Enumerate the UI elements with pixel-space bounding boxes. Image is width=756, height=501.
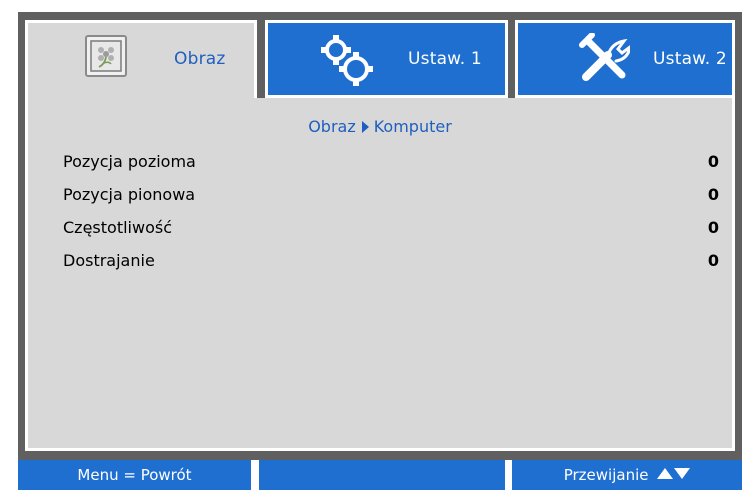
tab-obraz[interactable]: Obraz — [25, 20, 257, 101]
footer-scroll-hint: Przewijanie — [512, 460, 742, 490]
menu-item-pozycja-pozioma[interactable]: Pozycja pozioma 0 — [63, 152, 719, 176]
arrow-down-icon — [674, 468, 691, 479]
tab-ustaw-2[interactable]: Ustaw. 2 — [515, 20, 735, 98]
menu-item-pozycja-pionowa[interactable]: Pozycja pionowa 0 — [63, 185, 719, 209]
item-label: Pozycja pozioma — [63, 152, 196, 171]
tab-ustaw-1[interactable]: Ustaw. 1 — [265, 20, 508, 98]
item-value: 0 — [707, 152, 719, 171]
picture-icon — [85, 35, 127, 77]
tab-label: Ustaw. 1 — [408, 49, 482, 69]
menu-item-dostrajanie[interactable]: Dostrajanie 0 — [63, 251, 719, 275]
content-panel: Obraz Komputer Pozycja pozioma 0 Pozycja … — [25, 98, 735, 451]
footer-back-hint: Menu = Powrót — [18, 460, 251, 490]
arrow-up-icon — [657, 468, 674, 479]
footer-middle — [259, 460, 505, 490]
breadcrumb-parent: Obraz — [308, 117, 356, 136]
menu-item-czestotliwosc[interactable]: Częstotliwość 0 — [63, 218, 719, 242]
footer-right-label: Przewijanie — [563, 466, 649, 484]
tools-icon — [579, 33, 630, 81]
breadcrumb-arrow-icon — [361, 121, 369, 133]
breadcrumb-current: Komputer — [373, 117, 452, 136]
osd-menu: Obraz Ustaw. 1 Ustaw. 2 Obraz Komputer P… — [0, 0, 756, 501]
tab-label: Obraz — [174, 49, 226, 69]
breadcrumb: Obraz Komputer — [28, 117, 732, 136]
item-label: Częstotliwość — [63, 218, 172, 237]
item-value: 0 — [707, 185, 719, 204]
footer-left-label: Menu = Powrót — [77, 466, 192, 484]
item-label: Dostrajanie — [63, 251, 155, 270]
gears-icon — [321, 35, 373, 86]
item-value: 0 — [707, 218, 719, 237]
item-value: 0 — [707, 251, 719, 270]
tab-label: Ustaw. 2 — [653, 49, 727, 69]
item-label: Pozycja pionowa — [63, 185, 196, 204]
